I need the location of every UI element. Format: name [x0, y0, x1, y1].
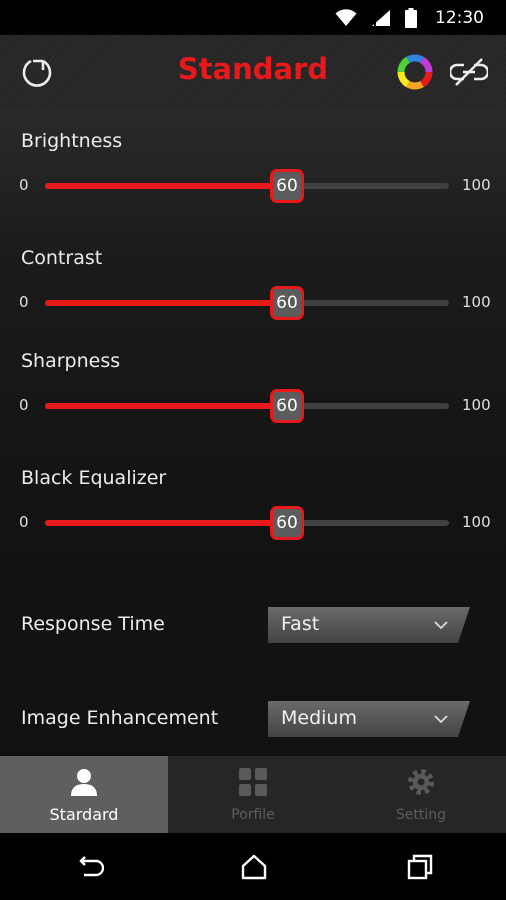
tab-profile[interactable]: Porfile [169, 756, 337, 833]
recents-icon[interactable] [406, 853, 434, 881]
status-bar: 12:30 [0, 0, 506, 35]
tab-setting[interactable]: Setting [337, 756, 505, 833]
contrast-label: Contrast [21, 247, 103, 269]
sharpness-fill [45, 403, 287, 409]
back-icon[interactable] [76, 853, 104, 881]
tab-standard[interactable]: Stardard [0, 756, 168, 833]
cell-signal-icon [372, 10, 390, 26]
chevron-down-icon [434, 714, 448, 724]
sharpness-min: 0 [19, 396, 29, 414]
tab-standard-label: Stardard [49, 805, 119, 824]
black-equalizer-max: 100 [462, 513, 491, 531]
chevron-down-icon [434, 620, 448, 630]
system-nav-bar [0, 833, 506, 900]
app-header: Standard [0, 35, 506, 109]
wifi-icon [335, 9, 357, 26]
color-wheel-icon[interactable] [397, 54, 433, 90]
black-equalizer-setting: Black Equalizer 0 60 100 [0, 467, 506, 557]
brightness-thumb[interactable]: 60 [270, 169, 304, 203]
sharpness-thumb[interactable]: 60 [270, 389, 304, 423]
black-equalizer-label: Black Equalizer [21, 467, 167, 489]
unlink-icon[interactable] [450, 56, 488, 88]
image-enhancement-value: Medium [281, 707, 357, 729]
status-time: 12:30 [435, 8, 484, 28]
contrast-thumb[interactable]: 60 [270, 286, 304, 320]
contrast-setting: Contrast 0 60 100 [0, 247, 506, 337]
user-icon [71, 769, 97, 796]
contrast-fill [45, 300, 287, 306]
sharpness-max: 100 [462, 396, 491, 414]
grid-icon [239, 768, 267, 796]
image-enhancement-dropdown[interactable]: Medium [268, 701, 470, 737]
contrast-slider[interactable]: 60 [45, 286, 449, 320]
response-time-value: Fast [281, 613, 320, 635]
brightness-label: Brightness [21, 130, 123, 152]
black-equalizer-slider[interactable]: 60 [45, 506, 449, 540]
sharpness-label: Sharpness [21, 350, 121, 372]
brightness-max: 100 [462, 176, 491, 194]
brightness-setting: Brightness 0 60 100 [0, 130, 506, 220]
black-equalizer-fill [45, 520, 287, 526]
gear-icon [408, 769, 434, 795]
bottom-tab-bar: Stardard Porfile Setting [0, 756, 506, 833]
image-enhancement-label: Image Enhancement [21, 707, 219, 729]
contrast-min: 0 [19, 293, 29, 311]
tab-setting-label: Setting [395, 807, 447, 823]
battery-icon [405, 8, 417, 28]
brightness-slider[interactable]: 60 [45, 169, 449, 203]
settings-panel: Brightness 0 60 100 Contrast 0 60 100 Sh… [0, 108, 506, 756]
tab-profile-label: Porfile [231, 807, 275, 823]
black-equalizer-min: 0 [19, 513, 29, 531]
sharpness-setting: Sharpness 0 60 100 [0, 350, 506, 440]
response-time-dropdown[interactable]: Fast [268, 607, 470, 643]
sharpness-slider[interactable]: 60 [45, 389, 449, 423]
black-equalizer-thumb[interactable]: 60 [270, 506, 304, 540]
brightness-fill [45, 183, 287, 189]
response-time-label: Response Time [21, 613, 165, 635]
contrast-max: 100 [462, 293, 491, 311]
home-icon[interactable] [240, 853, 268, 881]
brightness-min: 0 [19, 176, 29, 194]
